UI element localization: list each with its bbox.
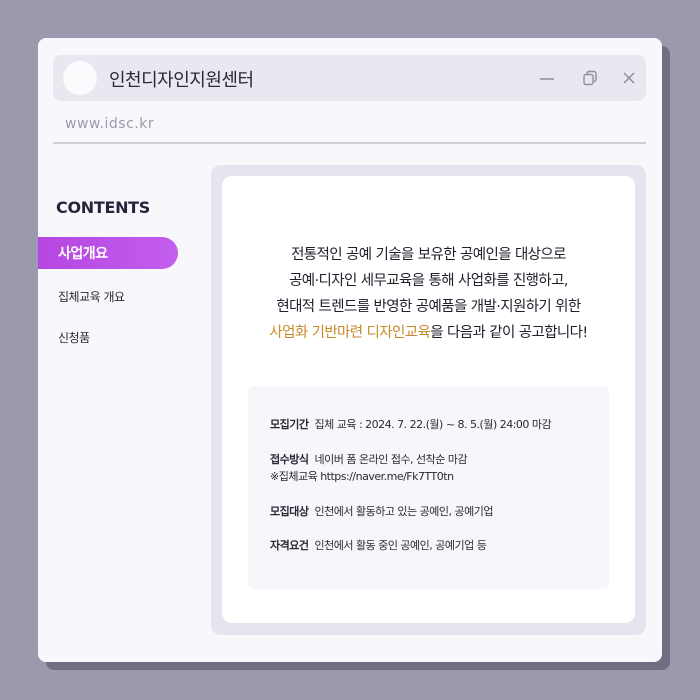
info-box: 모집기간 집체 교육 : 2024. 7. 22.(월) ~ 8. 5.(월) 2… <box>248 386 609 589</box>
info-value: 인천에서 활동 중인 공예인, 공예기업 등 <box>314 539 487 552</box>
info-row-target: 모집대상 인천에서 활동하고 있는 공예인, 공예기업 <box>270 503 494 520</box>
info-link[interactable]: ※집체교육 https://naver.me/Fk7TT0tn <box>270 470 454 483</box>
title-bar: 인천디자인지원센터 <box>53 55 646 101</box>
info-label: 자격요건 <box>270 539 309 552</box>
sidebar-heading: CONTENTS <box>56 198 151 217</box>
info-value: 네이버 폼 온라인 접수, 선착순 마감 <box>314 453 468 466</box>
restore-icon <box>583 70 597 86</box>
sidebar-item-label: 집체교육 개요 <box>58 290 125 304</box>
intro-text: 전통적인 공예 기술을 보유한 공예인을 대상으로 공예·디자인 세무교육을 통… <box>222 242 635 346</box>
app-window: 인천디자인지원센터 www.idsc.kr CONTENTS 사업개요 집체교육… <box>38 38 662 662</box>
minimize-button[interactable] <box>537 68 557 88</box>
intro-line: 현대적 트렌드를 반영한 공예품을 개발·지원하기 위한 <box>276 299 581 315</box>
content-card: 전통적인 공예 기술을 보유한 공예인을 대상으로 공예·디자인 세무교육을 통… <box>222 176 635 623</box>
url-bar[interactable]: www.idsc.kr <box>65 116 154 132</box>
close-icon <box>623 72 635 84</box>
info-label: 접수방식 <box>270 453 309 466</box>
content-panel: 전통적인 공예 기술을 보유한 공예인을 대상으로 공예·디자인 세무교육을 통… <box>211 165 646 635</box>
minimize-icon <box>540 78 554 80</box>
avatar[interactable] <box>63 61 97 95</box>
window-title: 인천디자인지원센터 <box>109 70 254 91</box>
close-button[interactable] <box>619 68 639 88</box>
info-row-method: 접수방식 네이버 폼 온라인 접수, 선착순 마감 ※집체교육 https://n… <box>270 451 468 485</box>
info-label: 모집기간 <box>270 418 309 431</box>
intro-line: 공예·디자인 세무교육을 통해 사업화를 진행하고, <box>289 273 568 289</box>
sidebar-item-application[interactable]: 신청품 <box>58 329 90 346</box>
intro-line: 사업화 기반마련 디자인교육을 다음과 같이 공고합니다! <box>222 320 635 346</box>
info-row-eligibility: 자격요건 인천에서 활동 중인 공예인, 공예기업 등 <box>270 537 487 554</box>
info-row-period: 모집기간 집체 교육 : 2024. 7. 22.(월) ~ 8. 5.(월) 2… <box>270 416 552 433</box>
intro-line: 전통적인 공예 기술을 보유한 공예인을 대상으로 <box>291 247 566 263</box>
intro-line-rest: 을 다음과 같이 공고합니다! <box>430 325 588 341</box>
sidebar-item-overview[interactable]: 사업개요 <box>38 237 178 269</box>
sidebar-item-label: 신청품 <box>58 331 90 345</box>
restore-button[interactable] <box>580 68 600 88</box>
sidebar-item-group-education[interactable]: 집체교육 개요 <box>58 288 125 305</box>
info-value: 인천에서 활동하고 있는 공예인, 공예기업 <box>314 505 494 518</box>
info-label: 모집대상 <box>270 505 309 518</box>
divider <box>53 142 646 144</box>
info-value: 집체 교육 : 2024. 7. 22.(월) ~ 8. 5.(월) 24:00… <box>314 418 552 431</box>
sidebar-item-label: 사업개요 <box>58 246 108 262</box>
intro-highlight: 사업화 기반마련 디자인교육 <box>269 325 431 341</box>
